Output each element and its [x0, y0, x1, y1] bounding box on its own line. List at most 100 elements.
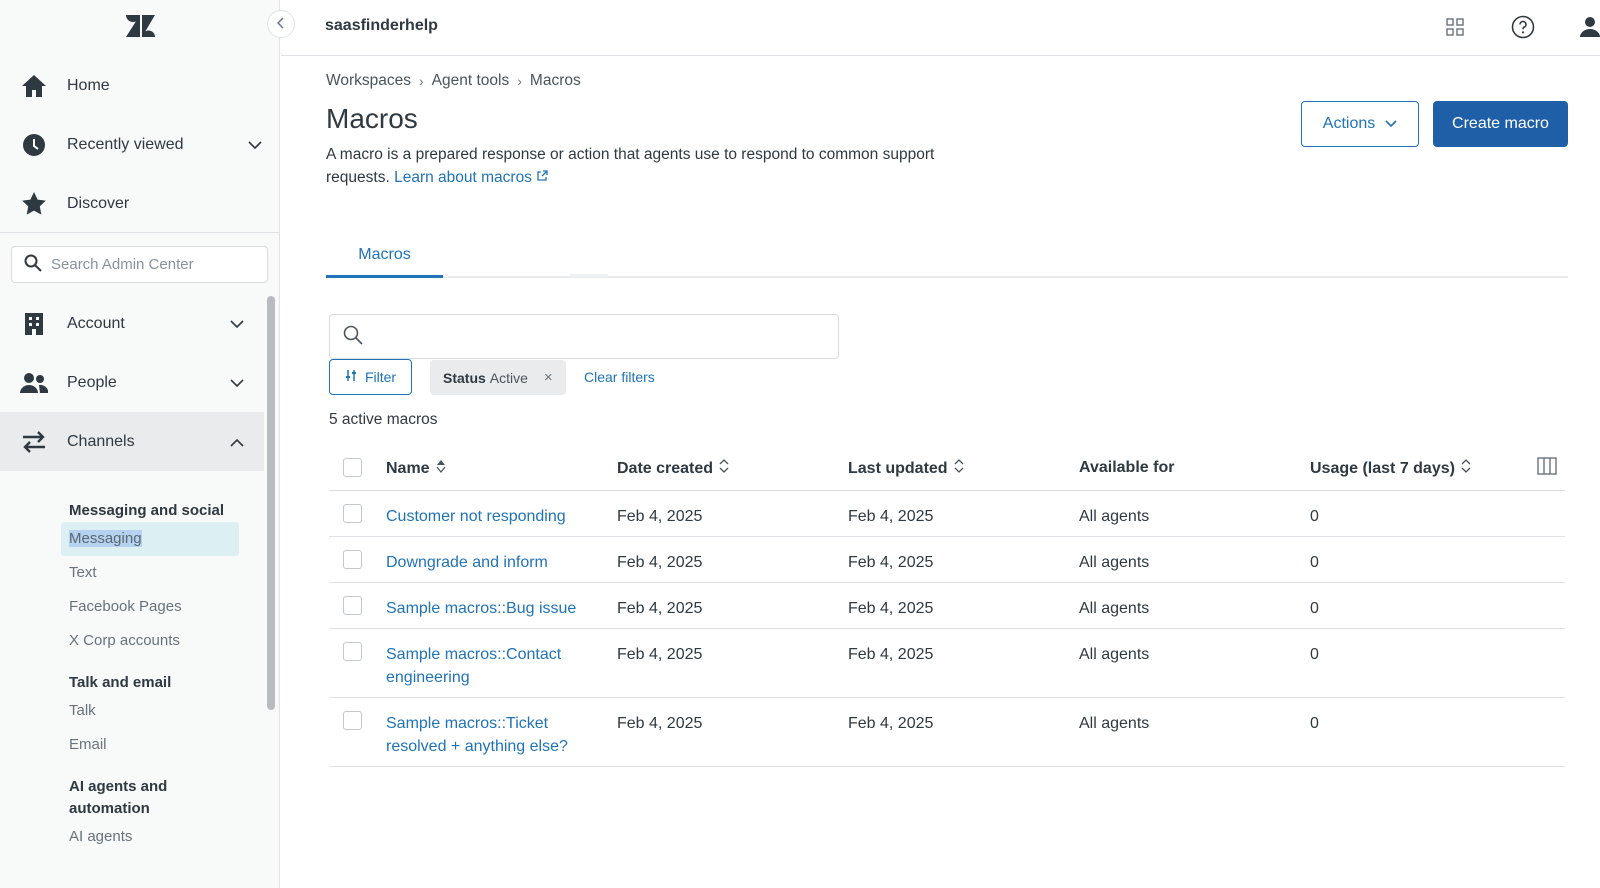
clear-filters-link[interactable]: Clear filters — [584, 369, 655, 385]
row-checkbox[interactable] — [343, 711, 362, 730]
breadcrumb: Workspaces › Agent tools › Macros — [326, 72, 581, 90]
usage-count: 0 — [1310, 600, 1319, 617]
available-for: All agents — [1079, 600, 1150, 617]
subnav-item-messaging[interactable]: Messaging — [61, 522, 239, 556]
nav-discover-label: Discover — [67, 194, 130, 212]
macro-name-link[interactable]: Customer not responding — [386, 505, 596, 528]
create-macro-button[interactable]: Create macro — [1433, 101, 1568, 147]
table-row[interactable]: Sample macros::Bug issue Feb 4, 2025 Feb… — [329, 583, 1565, 629]
column-header-usage[interactable]: Usage (last 7 days) — [1310, 459, 1471, 478]
sidebar-scrollbar[interactable] — [267, 296, 275, 710]
filter-button-label: Filter — [364, 369, 397, 385]
macro-name-link[interactable]: Sample macros::Bug issue — [386, 597, 596, 620]
subnav-item-email[interactable]: Email — [69, 728, 259, 762]
sort-ascending-icon — [436, 459, 446, 478]
people-icon — [20, 369, 48, 397]
available-for: All agents — [1079, 508, 1150, 525]
home-icon — [20, 72, 48, 100]
column-header-date-created[interactable]: Date created — [617, 459, 729, 478]
chevron-down-icon — [230, 316, 244, 334]
nav-recently-viewed[interactable]: Recently viewed — [0, 115, 279, 174]
zendesk-logo-icon[interactable] — [124, 12, 156, 40]
table-row[interactable]: Sample macros::Contact engineering Feb 4… — [329, 629, 1565, 698]
user-profile-icon[interactable] — [1577, 14, 1600, 40]
date-created: Feb 4, 2025 — [617, 600, 703, 617]
sidebar: Home Recently viewed Discover Search Adm… — [0, 0, 280, 888]
subnav-item-text[interactable]: Text — [69, 556, 259, 590]
nav-channels[interactable]: Channels — [0, 412, 264, 471]
macro-search-input[interactable] — [329, 314, 839, 359]
filter-button[interactable]: Filter — [329, 359, 412, 395]
column-header-available-for: Available for — [1079, 459, 1175, 476]
usage-count: 0 — [1310, 646, 1319, 663]
table-header-row: Name Date created Last updated Available… — [329, 445, 1565, 491]
sort-icon — [954, 459, 964, 478]
column-header-name[interactable]: Name — [386, 459, 446, 478]
row-checkbox[interactable] — [343, 596, 362, 615]
chevron-down-icon — [1385, 115, 1397, 133]
date-created: Feb 4, 2025 — [617, 715, 703, 732]
admin-search-input[interactable]: Search Admin Center — [11, 246, 268, 283]
tab-indicator-ghost — [570, 274, 608, 277]
subnav-item-ai-agents[interactable]: AI agents — [69, 820, 259, 854]
close-icon[interactable]: × — [544, 369, 553, 386]
column-header-name-label: Name — [386, 459, 430, 477]
nav-recently-viewed-label: Recently viewed — [67, 135, 184, 153]
table-row[interactable]: Sample macros::Ticket resolved + anythin… — [329, 698, 1565, 767]
learn-link-label: Learn about macros — [394, 169, 532, 186]
actions-button[interactable]: Actions — [1301, 101, 1419, 147]
subnav-item-talk[interactable]: Talk — [69, 694, 259, 728]
row-checkbox[interactable] — [343, 550, 362, 569]
column-header-usage-label: Usage (last 7 days) — [1310, 459, 1455, 477]
chevron-up-icon — [230, 434, 244, 452]
column-header-last-updated-label: Last updated — [848, 459, 948, 477]
available-for: All agents — [1079, 646, 1150, 663]
sort-icon — [1461, 459, 1471, 478]
status-filter-chip[interactable]: Status Active × — [430, 360, 566, 395]
subnav-heading-messaging: Messaging and social — [69, 502, 225, 519]
row-checkbox[interactable] — [343, 642, 362, 661]
subnav-heading-talk-email: Talk and email — [69, 674, 172, 691]
macro-name-link[interactable]: Sample macros::Contact engineering — [386, 643, 596, 689]
column-header-last-updated[interactable]: Last updated — [848, 459, 964, 478]
tab-list: Macros — [326, 238, 1568, 278]
tab-macros[interactable]: Macros — [326, 238, 443, 278]
date-created: Feb 4, 2025 — [617, 508, 703, 525]
page-title: Macros — [326, 103, 418, 134]
nav-home[interactable]: Home — [0, 56, 279, 115]
chevron-right-icon: › — [419, 73, 424, 89]
breadcrumb-agent-tools[interactable]: Agent tools — [432, 72, 510, 90]
apps-grid-icon[interactable] — [1442, 14, 1468, 40]
subnav-item-messaging-label: Messaging — [69, 530, 142, 547]
table-row[interactable]: Customer not responding Feb 4, 2025 Feb … — [329, 491, 1565, 537]
macro-name-link[interactable]: Sample macros::Ticket resolved + anythin… — [386, 712, 596, 758]
nav-discover[interactable]: Discover — [0, 174, 279, 233]
table-row[interactable]: Downgrade and inform Feb 4, 2025 Feb 4, … — [329, 537, 1565, 583]
chevron-left-icon — [276, 16, 285, 33]
channels-subnav: Messaging and social Messaging Text Face… — [61, 500, 259, 854]
macro-name-link[interactable]: Downgrade and inform — [386, 551, 596, 574]
nav-people[interactable]: People — [0, 353, 264, 412]
nav-account-label: Account — [67, 314, 125, 332]
row-checkbox[interactable] — [343, 504, 362, 523]
column-settings-icon[interactable] — [1537, 456, 1557, 481]
chevron-down-icon — [230, 375, 244, 393]
macros-table: Name Date created Last updated Available… — [329, 445, 1565, 767]
usage-count: 0 — [1310, 715, 1319, 732]
learn-about-macros-link[interactable]: Learn about macros — [394, 169, 548, 186]
subnav-item-x-corp-accounts[interactable]: X Corp accounts — [69, 624, 259, 658]
last-updated: Feb 4, 2025 — [848, 715, 934, 732]
subnav-item-facebook-pages[interactable]: Facebook Pages — [69, 590, 259, 624]
usage-count: 0 — [1310, 554, 1319, 571]
subnav-heading-ai: AI agents and automation — [69, 778, 168, 817]
collapse-sidebar-button[interactable] — [267, 10, 295, 38]
help-icon[interactable] — [1510, 14, 1536, 40]
chip-key: Status — [443, 369, 486, 386]
breadcrumb-macros: Macros — [529, 72, 581, 89]
nav-account[interactable]: Account — [0, 294, 264, 353]
last-updated: Feb 4, 2025 — [848, 554, 934, 571]
search-icon — [343, 325, 363, 349]
select-all-checkbox[interactable] — [343, 458, 362, 477]
breadcrumb-workspaces[interactable]: Workspaces — [326, 72, 411, 90]
chevron-down-icon — [248, 137, 262, 155]
